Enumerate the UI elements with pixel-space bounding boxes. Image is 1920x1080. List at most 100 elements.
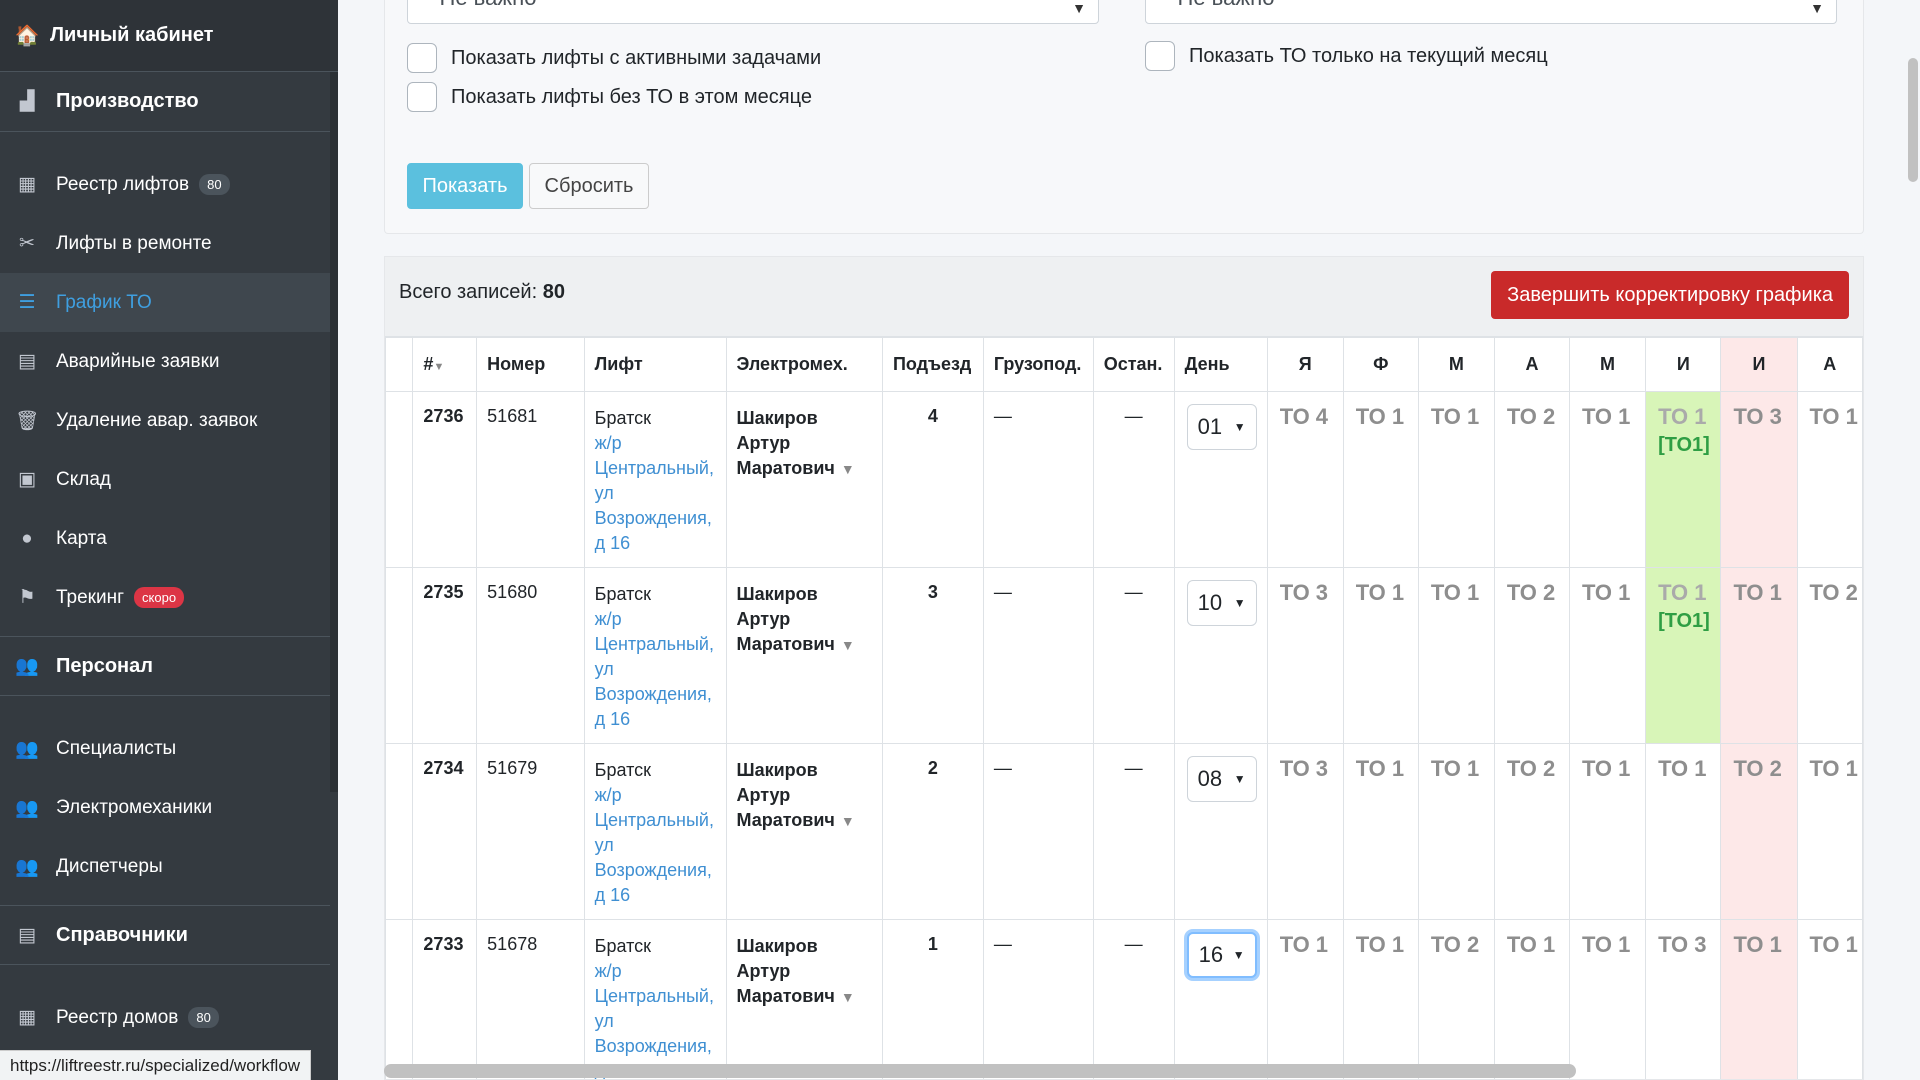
- to-cell[interactable]: ТО 1: [1720, 567, 1798, 744]
- sidebar-scrollbar[interactable]: [330, 72, 338, 792]
- sidebar-item-dispatchers[interactable]: 👥 Диспетчеры: [0, 837, 330, 896]
- table-row: 2733 51678 Братск ж/р Центральный, ул Возро…: [385, 919, 1863, 1079]
- sidebar-item-label: Аварийные заявки: [56, 350, 220, 372]
- day-select[interactable]: 01 ▼: [1186, 404, 1257, 450]
- filter-icon[interactable]: ▼: [841, 461, 855, 477]
- col-entrance-header: Подъезд: [881, 337, 984, 392]
- lift-address-link[interactable]: ж/р Центральный, ул Возрождения, д 16: [595, 607, 716, 732]
- filter-select-left[interactable]: - Не важно - ▼: [407, 0, 1099, 24]
- sidebar-section-references[interactable]: ▤ Справочники: [0, 905, 330, 965]
- to-cell[interactable]: ТО 1: [1342, 743, 1419, 920]
- row-day: 10 ▼: [1173, 567, 1268, 744]
- to-cell[interactable]: ТО 1: [1569, 391, 1647, 568]
- to-cell[interactable]: ТО 2: [1493, 391, 1571, 568]
- mech-name: Шакиров Артур Маратович: [736, 936, 835, 1006]
- row-entrance: 2: [881, 743, 984, 920]
- sidebar-menu: ▟ Производство ▦ Реестр лифтов 80 ✂ Лифт…: [0, 72, 330, 1080]
- lift-address-link[interactable]: ж/р Центральный, ул Возрождения, д 16: [595, 959, 716, 1079]
- row-cargo: —: [982, 743, 1094, 920]
- row-lift: Братск ж/р Центральный, ул Возрождения, д…: [583, 391, 727, 568]
- sidebar-item-houses-registry[interactable]: ▦ Реестр домов 80: [0, 988, 330, 1047]
- to-cell[interactable]: ТО 1: [1342, 567, 1419, 744]
- sidebar-item-map[interactable]: ● Карта: [0, 509, 330, 568]
- col-stops-header: Остан.: [1092, 337, 1175, 392]
- to-cell[interactable]: ТО 1: [1569, 743, 1647, 920]
- section-label: Справочники: [56, 923, 188, 946]
- to-cell[interactable]: ТО 2: [1720, 743, 1798, 920]
- page-vertical-scrollbar[interactable]: [1908, 58, 1918, 182]
- row-stops: —: [1092, 743, 1175, 920]
- to-cell[interactable]: ТО 1: [1796, 391, 1863, 568]
- checkbox[interactable]: [1145, 41, 1175, 71]
- filter-select-right[interactable]: - Не важно - ▼: [1145, 0, 1837, 24]
- sidebar-item-delete-requests[interactable]: 🗑 Удаление авар. заявок: [0, 391, 330, 450]
- checkbox-active-tasks[interactable]: Показать лифты с активными задачами: [407, 43, 821, 73]
- filter-icon[interactable]: ▼: [841, 989, 855, 1005]
- checkbox[interactable]: [407, 82, 437, 112]
- to-cell[interactable]: ТО 1: [1796, 919, 1863, 1079]
- section-label: Производство: [56, 90, 199, 112]
- col-num-header[interactable]: #▼: [412, 337, 478, 392]
- to-cell[interactable]: ТО 3: [1720, 391, 1798, 568]
- to-cell[interactable]: ТО 1: [1720, 919, 1798, 1079]
- to-cell[interactable]: ТО 3: [1645, 919, 1722, 1079]
- sidebar-item-specialists[interactable]: 👥 Специалисты: [0, 719, 330, 778]
- to-cell[interactable]: ТО 2: [1493, 567, 1571, 744]
- lift-address-link[interactable]: ж/р Центральный, ул Возрождения, д 16: [595, 783, 716, 908]
- sidebar-item-electromechanics[interactable]: 👥 Электромеханики: [0, 778, 330, 837]
- to-cell[interactable]: ТО 2: [1796, 567, 1863, 744]
- checkbox-no-to-this-month[interactable]: Показать лифты без ТО в этом месяце: [407, 82, 812, 112]
- sidebar-item-lift-registry[interactable]: ▦ Реестр лифтов 80: [0, 155, 330, 214]
- checkbox-current-month-only[interactable]: Показать ТО только на текущий месяц: [1145, 41, 1548, 71]
- row-id: 2733: [412, 919, 478, 1079]
- to-value: ТО 2: [1733, 756, 1782, 781]
- to-cell[interactable]: ТО 1: [1342, 391, 1419, 568]
- to-cell[interactable]: ТО 1: [1493, 919, 1571, 1079]
- filter-icon[interactable]: ▼: [841, 637, 855, 653]
- checkbox[interactable]: [407, 43, 437, 73]
- show-button[interactable]: Показать: [407, 163, 523, 209]
- to-schedule-table: #▼ Номер Лифт Электромех. Подъезд Грузоп…: [385, 337, 1863, 1079]
- day-select[interactable]: 10 ▼: [1186, 580, 1257, 626]
- finish-adjustment-button[interactable]: Завершить корректировку графика: [1491, 271, 1849, 319]
- to-cell[interactable]: ТО 1: [1645, 743, 1722, 920]
- row-mech: Шакиров Артур Маратович ▼: [725, 567, 883, 744]
- to-cell[interactable]: ТО 1: [1342, 919, 1419, 1079]
- sidebar-item-label: Карта: [56, 527, 107, 549]
- table-horizontal-scrollbar[interactable]: [384, 1064, 1576, 1078]
- to-cell[interactable]: ТО 3: [1266, 567, 1344, 744]
- to-cell[interactable]: ТО 1: [1796, 743, 1863, 920]
- lift-address-link[interactable]: ж/р Центральный, ул Возрождения, д 16: [595, 431, 716, 556]
- sidebar-item-lifts-repair[interactable]: ✂ Лифты в ремонте: [0, 214, 330, 273]
- to-cell[interactable]: ТО 1 [ТО1]: [1645, 391, 1722, 568]
- to-value: ТО 1: [1658, 580, 1707, 605]
- to-cell[interactable]: ТО 1: [1417, 743, 1495, 920]
- sidebar-item-tracking[interactable]: ⚑ Трекинг скоро: [0, 568, 330, 627]
- sidebar-brand[interactable]: 🏠 Личный кабинет: [0, 0, 338, 72]
- checkbox-label: Показать лифты с активными задачами: [451, 46, 822, 69]
- to-cell[interactable]: ТО 2: [1493, 743, 1571, 920]
- sidebar-item-to-schedule[interactable]: ☰ График ТО: [0, 273, 330, 332]
- to-cell[interactable]: ТО 1: [1417, 567, 1495, 744]
- to-cell[interactable]: ТО 3: [1266, 743, 1344, 920]
- col-month-header: А: [1493, 337, 1571, 392]
- to-cell[interactable]: ТО 2: [1417, 919, 1495, 1079]
- day-select[interactable]: 16 ▼: [1186, 932, 1257, 978]
- to-value: ТО 3: [1733, 404, 1782, 429]
- sidebar-section-personnel[interactable]: 👥 Персонал: [0, 636, 330, 696]
- to-cell[interactable]: ТО 1: [1417, 391, 1495, 568]
- to-cell[interactable]: ТО 4: [1266, 391, 1344, 568]
- to-cell[interactable]: ТО 1: [1569, 919, 1647, 1079]
- to-cell[interactable]: ТО 1: [1266, 919, 1344, 1079]
- day-select[interactable]: 08 ▼: [1186, 756, 1257, 802]
- filter-icon[interactable]: ▼: [841, 813, 855, 829]
- users-icon: 👥: [15, 656, 39, 677]
- sidebar-section-production[interactable]: ▟ Производство: [0, 72, 330, 132]
- sidebar-item-emergency-requests[interactable]: ▤ Аварийные заявки: [0, 332, 330, 391]
- sidebar-item-warehouse[interactable]: ▣ Склад: [0, 450, 330, 509]
- to-cell[interactable]: ТО 1: [1569, 567, 1647, 744]
- to-value: ТО 1: [1582, 580, 1631, 605]
- to-cell[interactable]: ТО 1 [ТО1]: [1645, 567, 1722, 744]
- to-value: ТО 1: [1658, 756, 1707, 781]
- reset-button[interactable]: Сбросить: [529, 163, 649, 209]
